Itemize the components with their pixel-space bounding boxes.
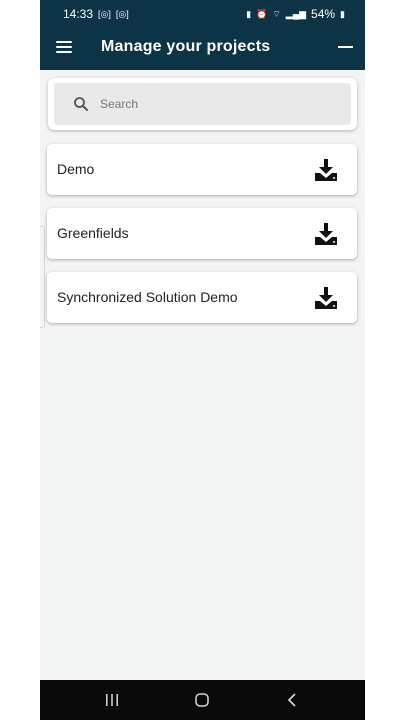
project-card-demo[interactable]: Demo [47, 144, 357, 195]
side-drawer-handle[interactable] [40, 226, 45, 328]
status-right: ▮ ⏰ ⌔ ▂▄▆ 54% ▮ [246, 7, 345, 21]
minimize-icon[interactable] [338, 46, 353, 48]
search-box[interactable] [54, 83, 351, 125]
phone-screen: 14:33 [◎] [◎] ▮ ⏰ ⌔ ▂▄▆ 54% ▮ Manage you… [40, 0, 365, 720]
search-icon [74, 97, 88, 111]
recent-apps-icon[interactable] [104, 692, 120, 708]
search-card [48, 78, 357, 130]
battery-level: 54% [311, 7, 336, 21]
project-card-greenfields[interactable]: Greenfields [47, 208, 357, 259]
hamburger-menu-icon[interactable] [56, 40, 72, 54]
home-icon[interactable] [194, 692, 210, 708]
download-icon[interactable] [313, 285, 339, 311]
app-bar: Manage your projects [40, 28, 365, 70]
battery-saver-icon: ▮ [246, 8, 252, 19]
status-time: 14:33 [63, 7, 94, 21]
alarm-icon: ⏰ [256, 8, 268, 19]
download-icon[interactable] [313, 221, 339, 247]
battery-icon: ▮ [340, 8, 345, 19]
project-name: Greenfields [57, 225, 129, 241]
system-navigation-bar [40, 680, 365, 720]
status-bar: 14:33 [◎] [◎] ▮ ⏰ ⌔ ▂▄▆ 54% ▮ [40, 0, 365, 28]
search-input[interactable] [100, 83, 340, 125]
page-title: Manage your projects [101, 38, 271, 55]
wifi-icon: ⌔ [272, 8, 281, 19]
screen-record-icon: [◎] [115, 8, 129, 19]
signal-icon: ▂▄▆ [285, 8, 307, 19]
download-icon[interactable] [313, 157, 339, 183]
project-card-synchronized-solution-demo[interactable]: Synchronized Solution Demo [47, 272, 357, 323]
project-name: Demo [57, 161, 95, 177]
status-left: 14:33 [◎] [◎] [63, 7, 129, 21]
back-icon[interactable] [285, 692, 301, 708]
project-name: Synchronized Solution Demo [57, 289, 238, 305]
screen-capture-icon: [◎] [98, 8, 111, 19]
